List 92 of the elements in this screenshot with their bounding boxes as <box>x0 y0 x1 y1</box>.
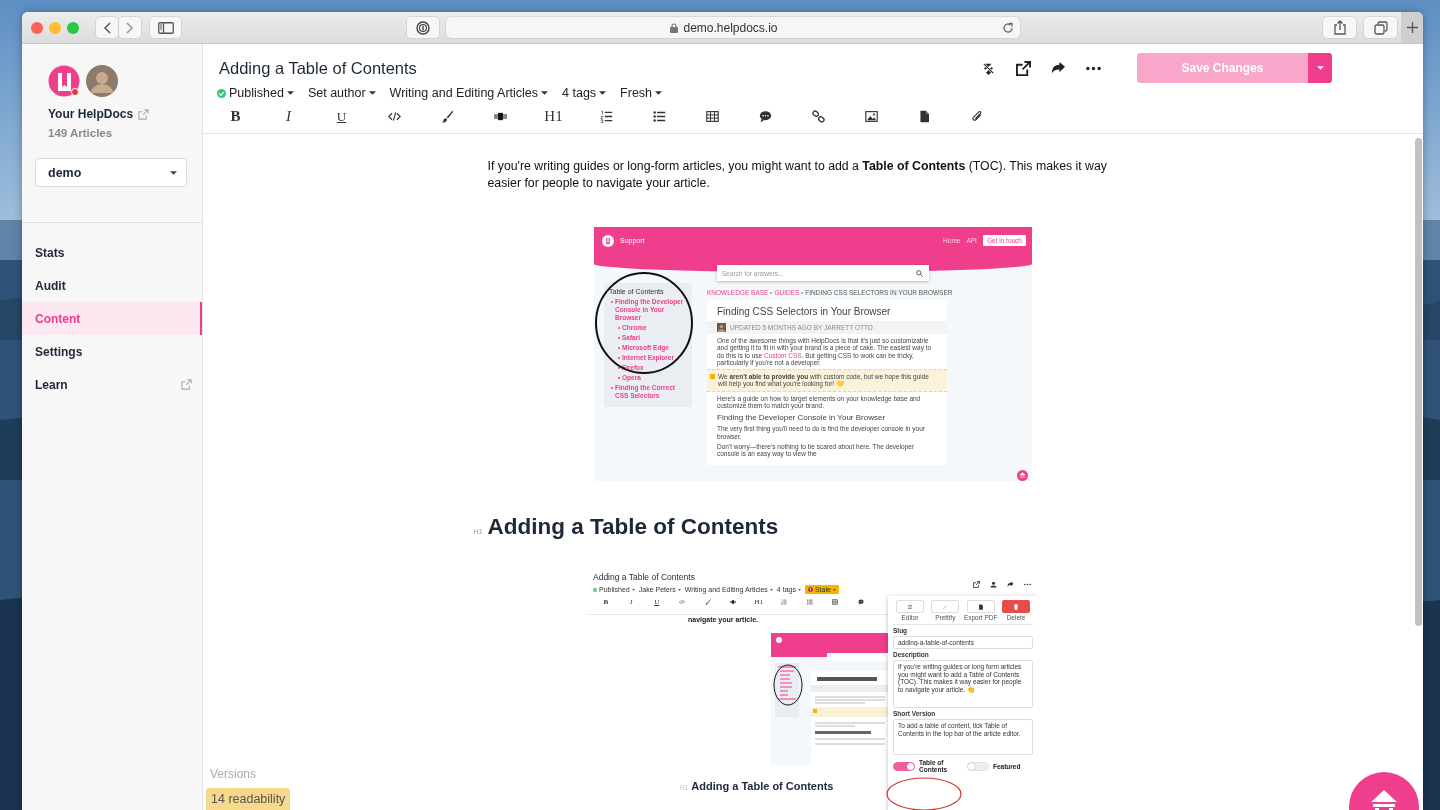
article-heading: Finding CSS Selectors in Your Browser <box>716 305 892 319</box>
code-icon <box>388 110 401 123</box>
new-tab-button[interactable] <box>1401 12 1423 43</box>
caret-icon <box>655 91 663 95</box>
share-button[interactable] <box>1323 17 1356 38</box>
nav-item[interactable]: Learn <box>22 368 202 401</box>
document-icon <box>918 110 931 123</box>
section-heading: Finding the Developer Console in Your Browser <box>717 413 887 423</box>
table-icon <box>706 110 719 123</box>
external-link-icon <box>138 108 150 120</box>
swap-icon <box>906 603 913 610</box>
heading: Adding a Table of Contents <box>487 514 779 540</box>
pdf-icon <box>977 603 984 610</box>
underline-button[interactable]: U <box>315 105 368 128</box>
caret-icon <box>368 91 376 95</box>
more-icon[interactable] <box>1024 581 1031 588</box>
paragraph: If you're writing guides or long-form articles, you might want to add a Table of Contents (TOC). This makes it way easier for people to navigate your article. <box>487 158 1108 192</box>
image-icon <box>865 110 878 123</box>
logo-icon <box>602 235 614 247</box>
reload-icon[interactable] <box>1002 21 1014 34</box>
tabs-button[interactable] <box>1364 17 1397 38</box>
color-blocks-icon <box>730 599 737 605</box>
scrollbar[interactable] <box>1415 138 1422 626</box>
meta-dropdown[interactable]: Fresh <box>620 86 663 100</box>
paperclip-icon <box>971 110 984 123</box>
brush-icon <box>704 599 711 605</box>
wand-icon <box>942 603 949 610</box>
caret-icon <box>599 91 607 95</box>
alert-icon <box>807 587 813 592</box>
password-icon <box>416 20 430 35</box>
sidebar-button[interactable] <box>150 17 181 38</box>
speech-bubble-icon <box>759 110 772 123</box>
delete-button[interactable] <box>1002 600 1031 613</box>
speech-bubble-icon <box>857 599 864 605</box>
nav-item[interactable]: Audit <box>22 269 202 302</box>
status-icon <box>593 587 597 592</box>
logo-icon <box>48 65 81 98</box>
status-icon <box>217 88 226 98</box>
article-title: Adding a Table of Contents <box>593 572 696 582</box>
brush-icon <box>441 110 454 123</box>
caret-icon <box>170 170 177 175</box>
search-icon <box>916 269 923 277</box>
workspace-dropdown[interactable]: demo <box>35 158 187 187</box>
caret-icon <box>1316 66 1324 70</box>
versions-label: Versions <box>210 767 257 781</box>
italic-button[interactable]: I <box>262 105 315 128</box>
heading: Adding a Table of Contents <box>691 780 834 792</box>
sidebar-icon <box>157 21 174 34</box>
numbered-list-icon <box>781 599 788 605</box>
action-button[interactable] <box>966 600 995 613</box>
code-icon <box>679 599 686 605</box>
article-count: 149 Articles <box>48 127 114 139</box>
person-icon[interactable] <box>990 581 997 588</box>
bug-icon[interactable] <box>981 60 996 76</box>
account-name: Your HelpDocs <box>48 107 134 121</box>
meta-dropdown[interactable]: 4 tags <box>562 86 607 100</box>
meta-dropdown[interactable]: Set author <box>307 86 376 100</box>
external-link-icon[interactable] <box>1016 60 1031 76</box>
share-arrow-icon[interactable] <box>1007 581 1014 588</box>
callout-icon <box>710 374 715 380</box>
article-title[interactable]: Adding a Table of Contents <box>219 58 981 78</box>
color-blocks-icon <box>494 110 507 123</box>
bullet-list-icon <box>806 599 813 605</box>
share-icon <box>1333 20 1346 35</box>
lock-icon <box>670 22 679 33</box>
chat-icon[interactable] <box>1017 470 1028 481</box>
avatar-icon <box>717 323 726 332</box>
meta-dropdown[interactable]: Writing and Editing Articles <box>389 86 549 100</box>
forward-icon <box>126 21 134 34</box>
table-icon <box>832 599 839 605</box>
password-button[interactable] <box>407 17 439 38</box>
status-dropdown[interactable]: Published <box>217 86 294 100</box>
address-field[interactable]: demo.helpdocs.io <box>446 17 1020 38</box>
trash-icon <box>1013 603 1020 610</box>
back-icon <box>103 21 111 34</box>
tabs-icon <box>1373 20 1388 35</box>
bullet-list-icon <box>653 110 666 123</box>
caret-icon <box>541 91 549 95</box>
heading-button[interactable]: H1 <box>527 105 580 128</box>
readability-badge: 14 readability <box>206 788 291 810</box>
edit-icon[interactable] <box>973 581 980 588</box>
toggle-switch[interactable] <box>893 761 915 771</box>
url-text: demo.helpdocs.io <box>683 20 778 35</box>
nav-item[interactable]: Stats <box>22 236 202 269</box>
plus-icon <box>1406 22 1418 33</box>
numbered-list-icon <box>600 110 613 123</box>
bold-button[interactable]: B <box>209 105 262 128</box>
back-button[interactable] <box>96 17 118 38</box>
nav-item[interactable]: Settings <box>22 335 202 368</box>
avatar-icon <box>86 65 118 97</box>
link-icon <box>812 110 825 123</box>
caret-icon <box>286 91 294 95</box>
